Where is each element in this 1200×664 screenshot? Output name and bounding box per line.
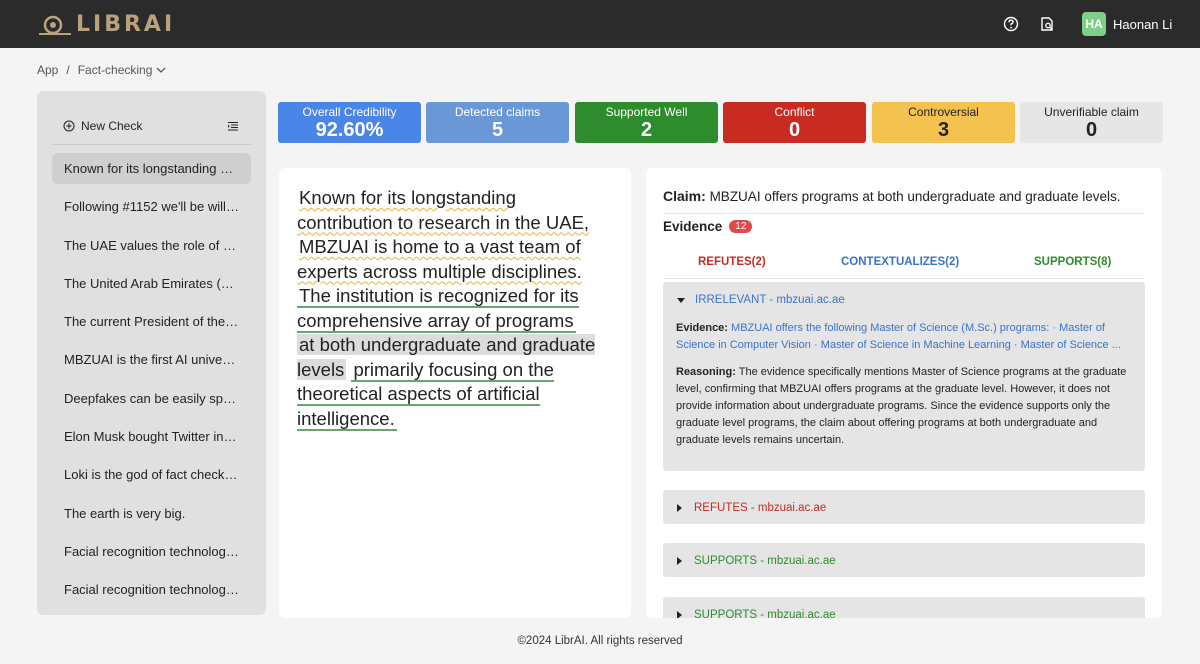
caret-right-icon bbox=[677, 504, 682, 512]
history-item[interactable]: The UAE values the role of the bbox=[52, 230, 251, 261]
tab-refutes[interactable]: REFUTES(2) bbox=[698, 256, 766, 268]
stat-detected-claims: Detected claims 5 bbox=[426, 102, 569, 143]
claim-segment[interactable]: Known for its longstanding contribution … bbox=[297, 187, 591, 233]
breadcrumb-app[interactable]: App bbox=[37, 63, 58, 77]
new-check-label: New Check bbox=[81, 119, 143, 133]
evidence-heading: Evidence 12 bbox=[663, 219, 753, 234]
stat-value: 0 bbox=[788, 119, 801, 141]
evidence-card-expanded[interactable]: IRRELEVANT - mbzuai.ac.ae Evidence: MBZU… bbox=[663, 282, 1145, 471]
sidebar: New Check Known for its longstanding con… bbox=[37, 91, 266, 615]
brand-name: LIBRAI bbox=[76, 12, 176, 37]
history-item[interactable]: Deepfakes can be easily spotted bbox=[52, 383, 251, 414]
breadcrumb-fact-checking[interactable]: Fact-checking bbox=[78, 63, 153, 77]
evidence-label: Evidence bbox=[663, 219, 723, 234]
collapse-menu-icon[interactable] bbox=[227, 121, 239, 132]
evidence-card-collapsed[interactable]: REFUTES - mbzuai.ac.ae bbox=[663, 490, 1145, 524]
claim-text: MBZUAI offers programs at both undergrad… bbox=[709, 189, 1121, 204]
evidence-card-collapsed[interactable]: SUPPORTS - mbzuai.ac.ae bbox=[663, 543, 1145, 577]
evidence-card-header[interactable]: REFUTES - mbzuai.ac.ae bbox=[677, 502, 826, 514]
stat-supported-well: Supported Well 2 bbox=[575, 102, 718, 143]
history-item[interactable]: The United Arab Emirates (UAE) bbox=[52, 268, 251, 299]
history-item[interactable]: Loki is the god of fact checking bbox=[52, 459, 251, 490]
breadcrumb-separator: / bbox=[66, 63, 70, 77]
evidence-card-collapsed[interactable]: SUPPORTS - mbzuai.ac.ae bbox=[663, 597, 1145, 618]
evidence-card-title: SUPPORTS - mbzuai.ac.ae bbox=[694, 609, 836, 618]
history-list: Known for its longstanding contribution … bbox=[52, 153, 251, 613]
logo[interactable]: LIBRAI bbox=[38, 12, 175, 37]
evidence-card-header[interactable]: SUPPORTS - mbzuai.ac.ae bbox=[677, 555, 836, 567]
avatar: HA bbox=[1082, 12, 1106, 36]
caret-down-icon bbox=[677, 297, 685, 303]
reasoning-body: The evidence specifically mentions Maste… bbox=[676, 366, 1127, 446]
user-menu[interactable]: HA Haonan Li bbox=[1082, 12, 1172, 36]
evidence-card-header[interactable]: IRRELEVANT - mbzuai.ac.ae bbox=[677, 294, 845, 306]
breadcrumb: App / Fact-checking bbox=[37, 63, 166, 77]
stat-label: Supported Well bbox=[605, 105, 688, 119]
history-item[interactable]: Elon Musk bought Twitter in 2022 bbox=[52, 421, 251, 452]
evidence-excerpt: Evidence: MBZUAI offers the following Ma… bbox=[676, 320, 1132, 354]
librai-logo-icon bbox=[39, 15, 71, 35]
evidence-card-title: IRRELEVANT - mbzuai.ac.ae bbox=[695, 294, 845, 306]
document-search-icon[interactable] bbox=[1038, 15, 1056, 33]
claim-detail-panel: Claim: MBZUAI offers programs at both un… bbox=[646, 168, 1162, 618]
stat-label: Overall Credibility bbox=[302, 105, 397, 119]
stat-value: 92.60% bbox=[315, 119, 384, 141]
stat-label: Detected claims bbox=[454, 105, 541, 119]
stat-conflict: Conflict 0 bbox=[723, 102, 866, 143]
reasoning-text: Reasoning: The evidence specifically men… bbox=[676, 364, 1132, 449]
new-check-button[interactable]: New Check bbox=[63, 119, 142, 133]
chevron-down-icon[interactable] bbox=[156, 66, 166, 74]
checked-passage: Known for its longstanding contribution … bbox=[297, 186, 597, 431]
history-item[interactable]: Facial recognition technology has bbox=[52, 574, 251, 605]
caret-right-icon bbox=[677, 557, 682, 565]
stat-label: Unverifiable claim bbox=[1044, 105, 1139, 119]
stat-overall-credibility: Overall Credibility 92.60% bbox=[278, 102, 421, 143]
evidence-excerpt-link[interactable]: MBZUAI offers the following Master of Sc… bbox=[676, 322, 1121, 351]
sidebar-divider bbox=[52, 144, 251, 145]
history-item[interactable]: Known for its longstanding contribution … bbox=[52, 153, 251, 184]
history-item[interactable]: The earth is very big. bbox=[52, 498, 251, 529]
stat-label: Controversial bbox=[908, 105, 979, 119]
user-name: Haonan Li bbox=[1113, 16, 1173, 32]
plus-circle-icon bbox=[63, 120, 75, 132]
stat-controversial: Controversial 3 bbox=[872, 102, 1015, 143]
claim-heading: Claim: MBZUAI offers programs at both un… bbox=[663, 188, 1121, 204]
stat-value: 3 bbox=[937, 119, 950, 141]
claim-segment[interactable]: MBZUAI is home to a vast team of experts… bbox=[297, 236, 584, 282]
tab-supports[interactable]: SUPPORTS(8) bbox=[1034, 256, 1111, 268]
evidence-card-header[interactable]: SUPPORTS - mbzuai.ac.ae bbox=[677, 609, 836, 618]
claim-label: Claim: bbox=[663, 188, 706, 204]
history-item[interactable]: Following #1152 we'll be willing to bbox=[52, 191, 251, 222]
divider bbox=[663, 213, 1145, 214]
caret-right-icon bbox=[677, 611, 682, 618]
evidence-excerpt-label: Evidence: bbox=[676, 322, 728, 334]
stat-value: 0 bbox=[1085, 119, 1098, 141]
history-item[interactable]: Facial recognition technology is bbox=[52, 536, 251, 567]
top-bar: LIBRAI HA Haonan Li bbox=[0, 0, 1200, 48]
stat-value: 2 bbox=[640, 119, 653, 141]
evidence-tabs: REFUTES(2) CONTEXTUALIZES(2) SUPPORTS(8) bbox=[663, 256, 1145, 276]
history-item[interactable]: MBZUAI is the first AI university bbox=[52, 344, 251, 375]
input-text-panel: Known for its longstanding contribution … bbox=[279, 168, 631, 618]
history-item[interactable]: The current President of the UAE bbox=[52, 306, 251, 337]
evidence-card-title: SUPPORTS - mbzuai.ac.ae bbox=[694, 555, 836, 567]
stat-unverifiable-claim: Unverifiable claim 0 bbox=[1020, 102, 1163, 143]
tab-contextualizes[interactable]: CONTEXTUALIZES(2) bbox=[841, 256, 959, 268]
divider bbox=[663, 278, 1145, 279]
footer-copyright: ©2024 LibrAI. All rights reserved bbox=[517, 635, 683, 647]
stat-value: 5 bbox=[491, 119, 504, 141]
evidence-card-title: REFUTES - mbzuai.ac.ae bbox=[694, 502, 827, 514]
help-icon[interactable] bbox=[1002, 15, 1020, 33]
evidence-count-badge: 12 bbox=[729, 220, 753, 233]
reasoning-label: Reasoning: bbox=[676, 366, 736, 378]
claim-segment[interactable]: The institution is recognized for its co… bbox=[297, 285, 579, 333]
stat-label: Conflict bbox=[774, 105, 815, 119]
